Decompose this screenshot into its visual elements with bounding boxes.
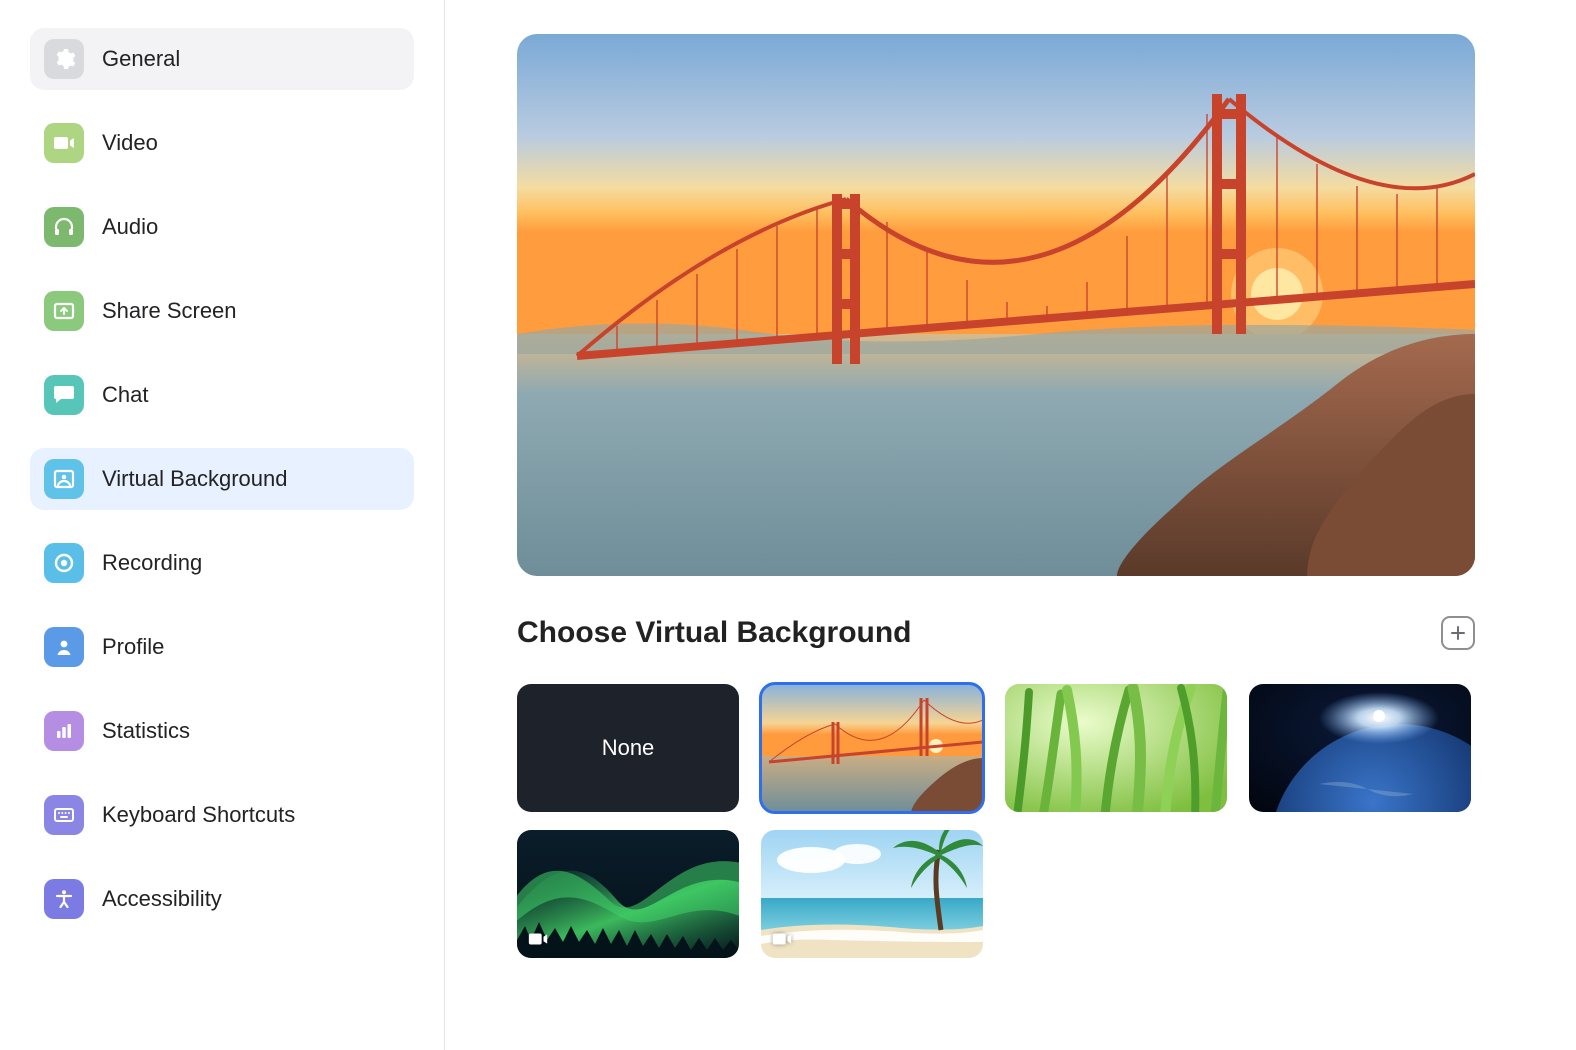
share-screen-icon: [44, 291, 84, 331]
plus-icon: [1449, 624, 1467, 642]
sidebar-item-label: Keyboard Shortcuts: [102, 802, 295, 828]
section-title: Choose Virtual Background: [517, 616, 912, 650]
sidebar-item-keyboard-shortcuts[interactable]: Keyboard Shortcuts: [30, 784, 414, 846]
bar-chart-icon: [44, 711, 84, 751]
sidebar-item-recording[interactable]: Recording: [30, 532, 414, 594]
image-icon: [44, 459, 84, 499]
background-option-bridge[interactable]: [761, 684, 983, 812]
sidebar-item-share-screen[interactable]: Share Screen: [30, 280, 414, 342]
sidebar-item-label: Recording: [102, 550, 202, 576]
video-badge-icon: [527, 928, 549, 950]
sidebar-item-statistics[interactable]: Statistics: [30, 700, 414, 762]
settings-sidebar: General Video Audio Share Screen Chat: [0, 0, 445, 1050]
record-icon: [44, 543, 84, 583]
sidebar-item-virtual-background[interactable]: Virtual Background: [30, 448, 414, 510]
sidebar-item-label: Audio: [102, 214, 158, 240]
headphones-icon: [44, 207, 84, 247]
sidebar-item-label: Statistics: [102, 718, 190, 744]
background-option-earth[interactable]: [1249, 684, 1471, 812]
video-badge-icon: [771, 928, 793, 950]
add-background-button[interactable]: [1441, 616, 1475, 650]
chat-bubble-icon: [44, 375, 84, 415]
sidebar-item-general[interactable]: General: [30, 28, 414, 90]
sidebar-item-profile[interactable]: Profile: [30, 616, 414, 678]
sidebar-item-label: Video: [102, 130, 158, 156]
sidebar-item-label: Chat: [102, 382, 148, 408]
sidebar-item-label: General: [102, 46, 180, 72]
keyboard-icon: [44, 795, 84, 835]
accessibility-icon: [44, 879, 84, 919]
background-option-none[interactable]: None: [517, 684, 739, 812]
sidebar-item-label: Virtual Background: [102, 466, 288, 492]
background-option-beach[interactable]: [761, 830, 983, 958]
sidebar-item-label: Accessibility: [102, 886, 222, 912]
background-option-grass[interactable]: [1005, 684, 1227, 812]
sidebar-item-audio[interactable]: Audio: [30, 196, 414, 258]
sidebar-item-label: Share Screen: [102, 298, 237, 324]
person-icon: [44, 627, 84, 667]
sidebar-item-accessibility[interactable]: Accessibility: [30, 868, 414, 930]
none-label: None: [602, 735, 655, 761]
sidebar-item-label: Profile: [102, 634, 164, 660]
virtual-background-panel: Choose Virtual Background None: [445, 0, 1576, 1050]
background-thumbnails: None: [517, 684, 1485, 958]
sidebar-item-chat[interactable]: Chat: [30, 364, 414, 426]
background-preview: [517, 34, 1475, 576]
sidebar-item-video[interactable]: Video: [30, 112, 414, 174]
video-camera-icon: [44, 123, 84, 163]
background-option-aurora[interactable]: [517, 830, 739, 958]
gear-icon: [44, 39, 84, 79]
